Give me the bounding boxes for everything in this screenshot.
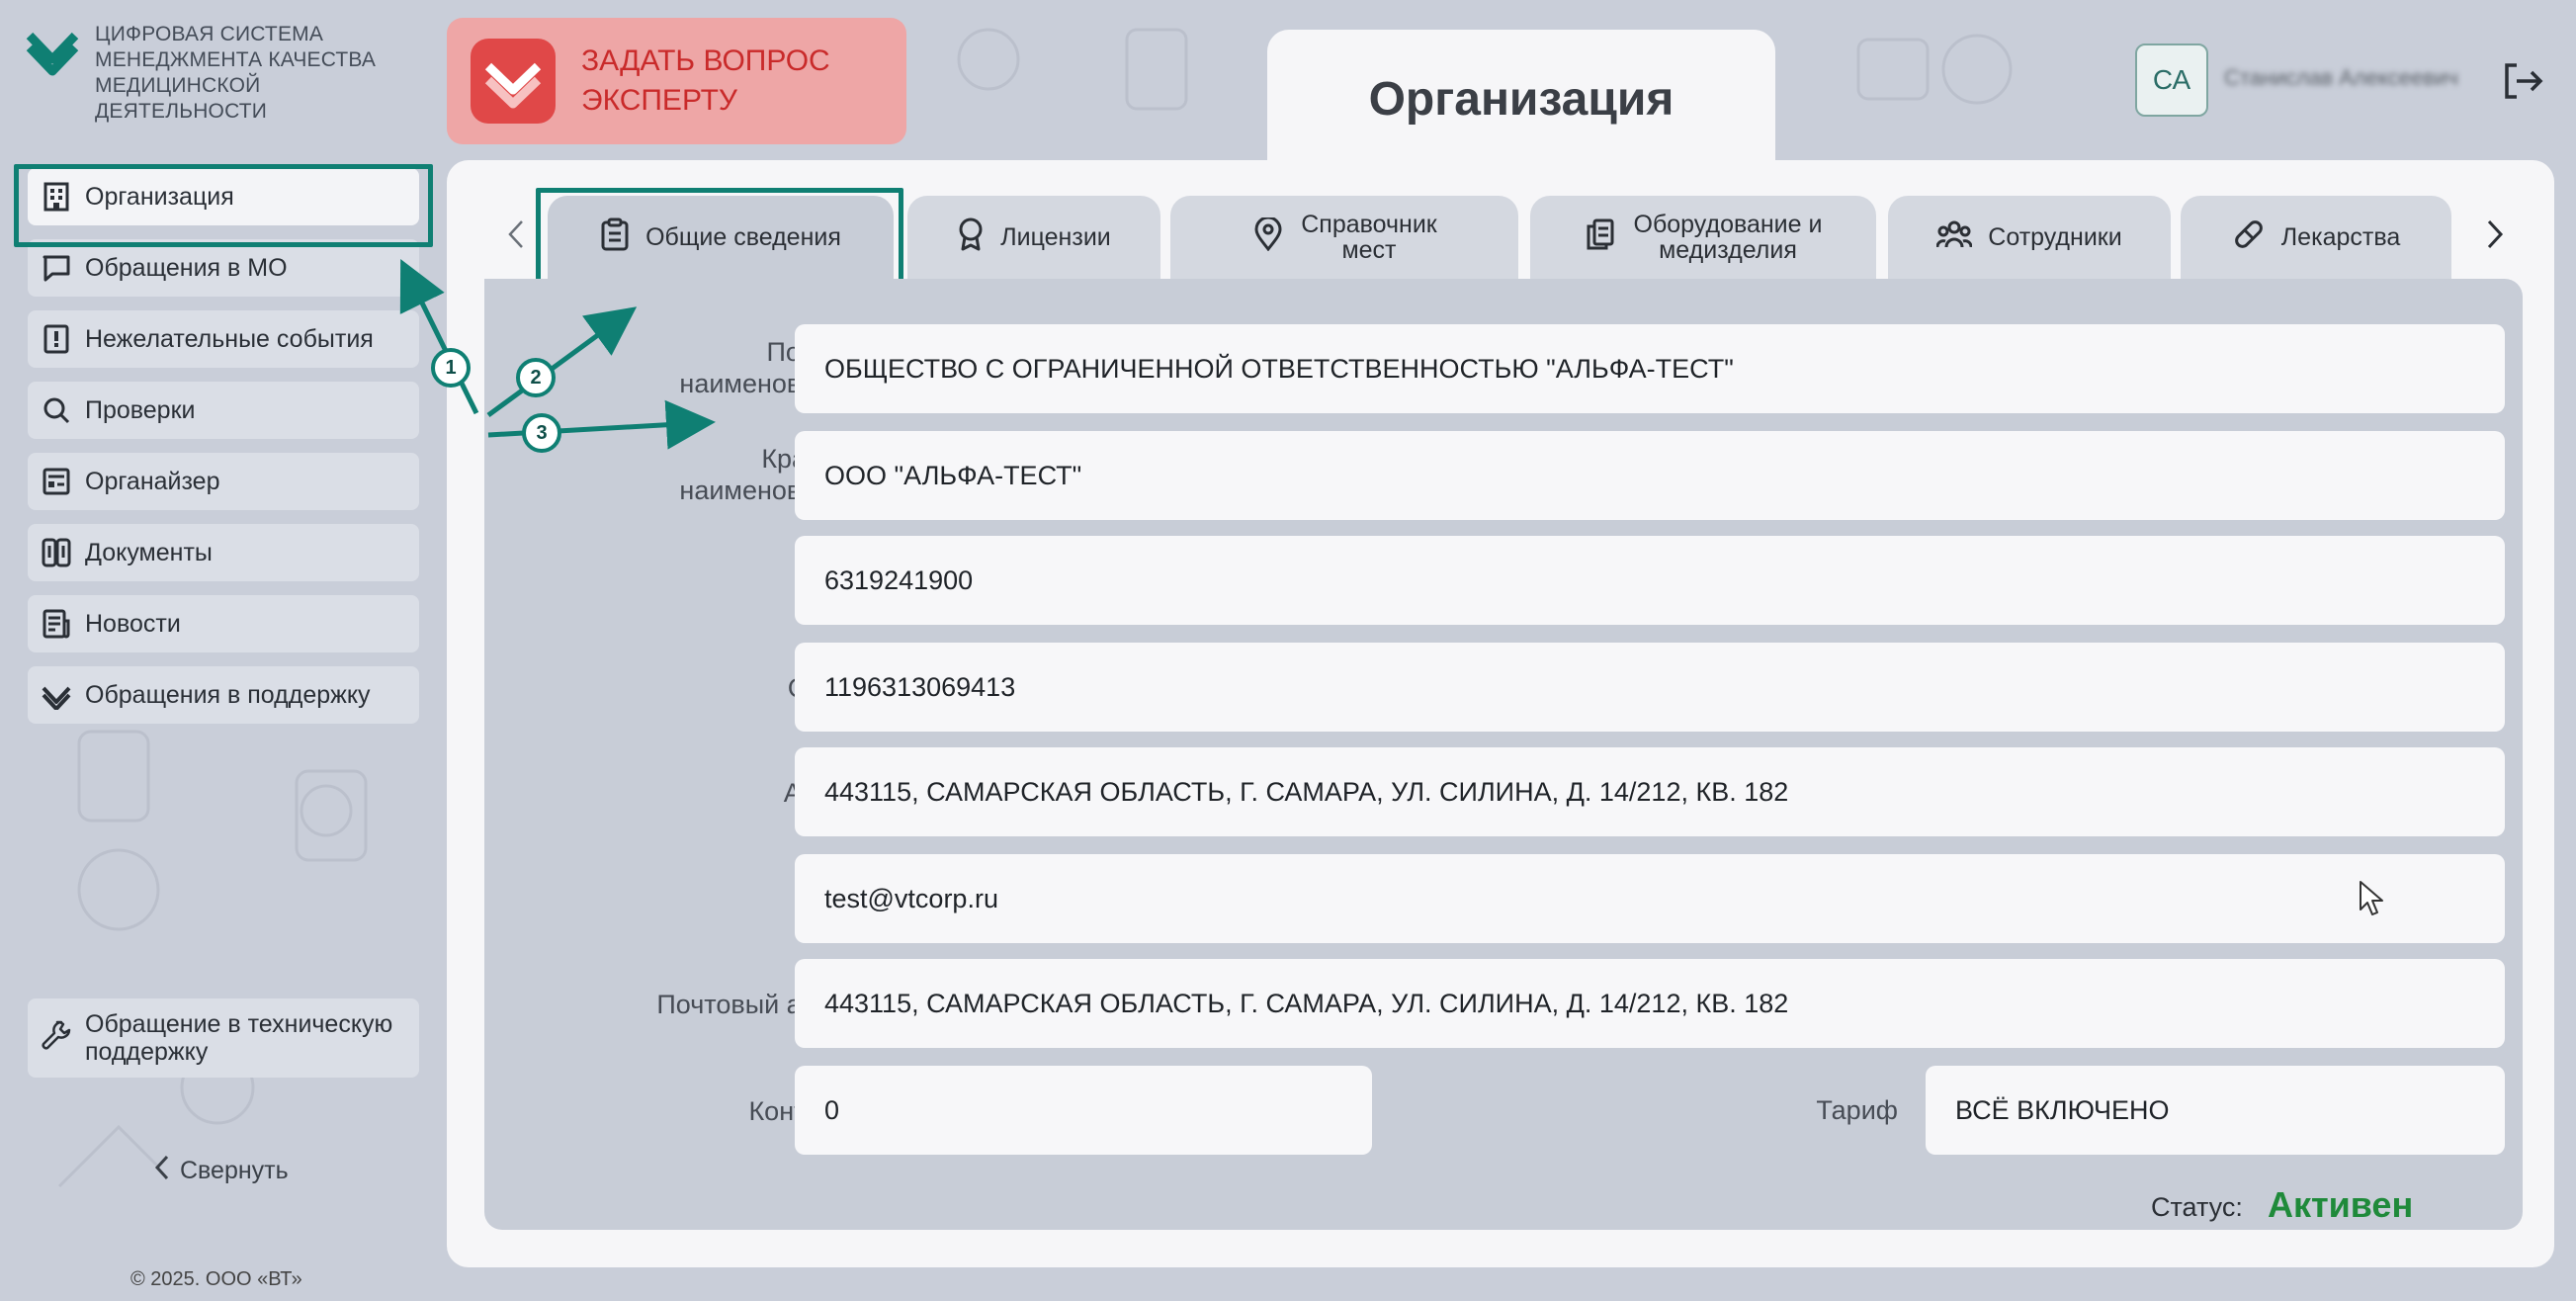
callout-2: 2 [516, 358, 556, 397]
callout-3: 3 [522, 413, 561, 453]
arrow-1 [399, 259, 479, 415]
callout-1: 1 [431, 348, 471, 388]
arrow-3 [487, 399, 716, 450]
arrow-2 [486, 306, 638, 418]
annotation-arrows [399, 259, 716, 450]
